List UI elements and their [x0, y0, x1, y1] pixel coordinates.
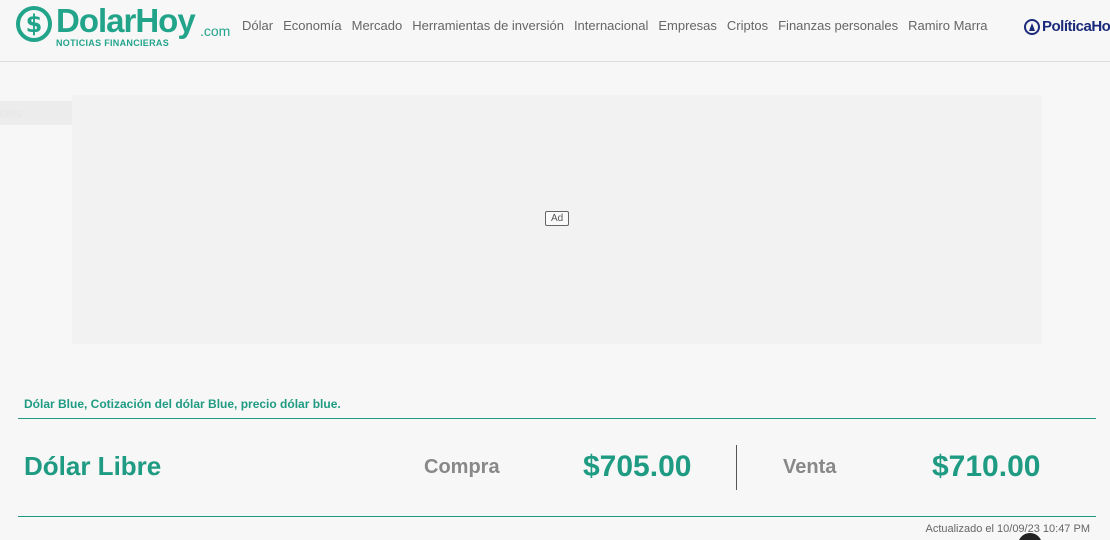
compra-label: Compra	[424, 456, 500, 478]
nav-item-empresas[interactable]: Empresas	[653, 18, 722, 34]
nav-item-ramiro-marra[interactable]: Ramiro Marra	[903, 18, 992, 34]
ad-banner[interactable]: Ad	[72, 95, 1042, 344]
partner-logo-text: PolíticaHo	[1042, 18, 1110, 35]
logo-suffix: .com	[200, 23, 231, 39]
venta-label: Venta	[783, 456, 837, 478]
capitol-icon	[1024, 18, 1040, 35]
nav-item-economia[interactable]: Economía	[278, 18, 347, 34]
updated-timestamp: Actualizado el 10/09/23 10:47 PM	[925, 523, 1090, 535]
nav-item-finanzas[interactable]: Finanzas personales	[773, 18, 903, 34]
logo-wordmark: DolarHoy	[56, 2, 196, 39]
section-title[interactable]: Dólar Blue, Cotización del dólar Blue, p…	[24, 397, 341, 411]
site-logo[interactable]: $ DolarHoy .com NOTICIAS FINANCIERAS	[16, 2, 231, 48]
nav-item-internacional[interactable]: Internacional	[569, 18, 653, 34]
venta-value: $710.00	[932, 450, 1041, 483]
compra-value: $705.00	[583, 450, 692, 483]
nav-item-dolar[interactable]: Dólar	[237, 18, 278, 34]
quote-name: Dólar Libre	[24, 451, 162, 481]
ad-badge: Ad	[545, 211, 570, 226]
main-nav: Dólar Economía Mercado Herramientas de i…	[237, 18, 993, 34]
site-header: $ DolarHoy .com NOTICIAS FINANCIERAS Dól…	[0, 0, 1110, 62]
nav-item-herramientas[interactable]: Herramientas de inversión	[407, 18, 569, 34]
quote-divider	[736, 445, 737, 490]
dollar-icon: $	[16, 6, 52, 42]
bottom-divider	[18, 516, 1096, 517]
nav-item-mercado[interactable]: Mercado	[347, 18, 408, 34]
top-divider	[18, 418, 1096, 419]
logo-tagline: NOTICIAS FINANCIERAS	[56, 38, 170, 48]
partner-logo-link[interactable]: PolíticaHo	[1024, 18, 1110, 35]
nav-item-criptos[interactable]: Criptos	[722, 18, 773, 34]
